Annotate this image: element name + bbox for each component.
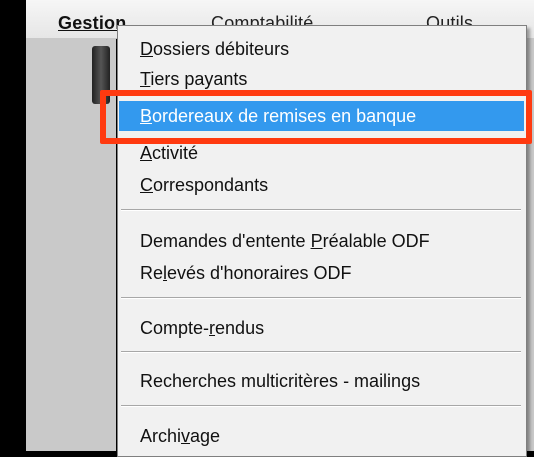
menu-separator	[121, 351, 521, 353]
menu-item-archivage[interactable]: Archivage	[119, 421, 524, 451]
menu-item-compte-rendus[interactable]: Compte-rendus	[119, 313, 524, 343]
menu-item-label: Tiers payants	[140, 69, 248, 89]
menu-item-dossiers-debiteurs[interactable]: Dossiers débiteurs	[119, 34, 524, 64]
menu-item-label: Relevés d'honoraires ODF	[140, 263, 352, 283]
menu-separator	[121, 209, 521, 211]
menu-item-label: Activité	[140, 143, 199, 163]
highlight-annotation	[100, 90, 532, 144]
menu-item-releves-honoraires[interactable]: Relevés d'honoraires ODF	[119, 258, 524, 288]
menu-item-label: Correspondants	[140, 175, 269, 195]
menu-item-correspondants[interactable]: Correspondants	[119, 170, 524, 200]
menu-item-label: Recherches multicritères - mailings	[140, 371, 421, 391]
menu-item-demandes-entente[interactable]: Demandes d'entente Préalable ODF	[119, 226, 524, 256]
menu-item-label: Compte-rendus	[140, 318, 265, 338]
menu-separator	[121, 405, 521, 407]
menu-item-label: Archivage	[140, 426, 221, 446]
menu-item-label: Dossiers débiteurs	[140, 39, 290, 59]
menu-item-recherches-multicriteres[interactable]: Recherches multicritères - mailings	[119, 366, 524, 396]
menu-separator	[121, 297, 521, 299]
menu-item-label: Demandes d'entente Préalable ODF	[140, 231, 430, 251]
